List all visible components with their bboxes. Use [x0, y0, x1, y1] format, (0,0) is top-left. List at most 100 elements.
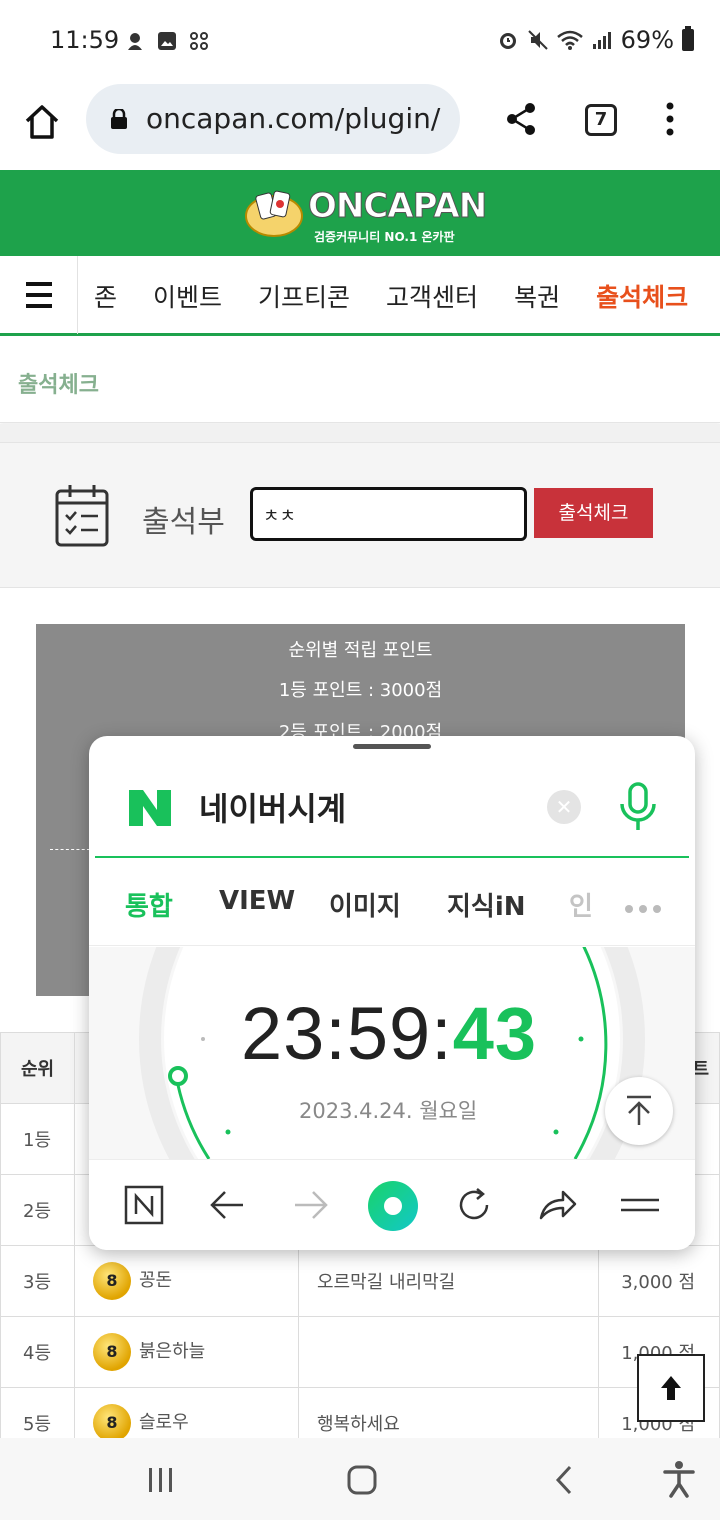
- tab-more-partial[interactable]: 인: [569, 886, 599, 923]
- arrow-up-icon: [661, 1376, 681, 1400]
- alarm-icon: [499, 33, 516, 49]
- row-rank: 1등: [0, 1103, 75, 1175]
- voice-search-icon[interactable]: [617, 782, 659, 832]
- row-message: [298, 1316, 599, 1388]
- row-points: 3,000 점: [598, 1245, 720, 1317]
- naver-floating-window: 네이버시계 ✕ 통합 VIEW 이미지 지식iN 인 23:59:43 2023…: [89, 736, 695, 1250]
- clear-search-icon[interactable]: ✕: [547, 790, 581, 824]
- site-banner: ONCAPAN 검증커뮤니티 NO.1 온카판: [0, 170, 720, 256]
- forward-arrow-icon[interactable]: [289, 1184, 331, 1226]
- back-nav-icon[interactable]: [552, 1464, 576, 1496]
- naver-logo-icon: [129, 790, 171, 826]
- notification-app-icon: [128, 33, 142, 50]
- row-name[interactable]: 꽁돈: [139, 1270, 172, 1291]
- nav-item-customer-center[interactable]: 고객센터: [386, 278, 478, 314]
- tab-view[interactable]: VIEW: [219, 886, 295, 916]
- gallery-icon: [158, 32, 176, 50]
- logo-tagline: 검증커뮤니티 NO.1 온카판: [314, 230, 455, 244]
- arrow-up-to-top-icon: [627, 1095, 651, 1125]
- menu-hamburger-icon[interactable]: [0, 256, 78, 334]
- level-badge-icon: 8: [89, 1404, 135, 1446]
- row-name-cell: 8 붉은하늘: [74, 1316, 299, 1388]
- naver-clock: 23:59:43 2023.4.24. 월요일: [89, 947, 695, 1159]
- accessibility-icon[interactable]: [662, 1460, 696, 1498]
- attendance-form: 출석부 ㅊㅊ 출석체크: [0, 442, 720, 588]
- signal-icon: [592, 32, 611, 49]
- scroll-to-top-button[interactable]: [637, 1354, 705, 1422]
- attendance-check-button[interactable]: 출석체크: [534, 488, 653, 538]
- row-name-cell: 8 꽁돈: [74, 1245, 299, 1317]
- scroll-top-button[interactable]: [605, 1077, 673, 1145]
- recent-apps-icon[interactable]: [146, 1466, 176, 1494]
- nav-item-event[interactable]: 이벤트: [153, 278, 222, 314]
- nav-item-zone[interactable]: 존: [94, 278, 117, 314]
- row-rank: 4등: [0, 1316, 75, 1388]
- clock-time: 23:59:43: [241, 991, 537, 1076]
- clock-seconds: 43: [452, 992, 538, 1075]
- points-first: 1등 포인트 : 3000점: [278, 680, 443, 701]
- share-arrow-icon[interactable]: [537, 1184, 579, 1226]
- row-name[interactable]: 슬로우: [139, 1412, 189, 1433]
- breadcrumb: 출석체크: [0, 339, 720, 423]
- mute-icon: [527, 30, 548, 50]
- tab-knowledge-in[interactable]: 지식iN: [447, 886, 526, 923]
- panel-divider: [50, 849, 90, 850]
- row-rank: 3등: [0, 1245, 75, 1317]
- window-drag-handle[interactable]: [353, 744, 431, 749]
- system-navigation-bar: [0, 1438, 720, 1520]
- nav-item-gifticon[interactable]: 기프티콘: [258, 278, 350, 314]
- row-message: 오르막길 내리막길: [298, 1245, 599, 1317]
- green-dot-icon[interactable]: [367, 1180, 419, 1232]
- home-button[interactable]: [22, 102, 62, 142]
- site-logo[interactable]: ONCAPAN 검증커뮤니티 NO.1 온카판: [244, 182, 488, 246]
- naver-bottom-toolbar: [89, 1159, 695, 1250]
- points-title: 순위별 적립 포인트: [288, 640, 433, 661]
- clock-date: 2023.4.24. 월요일: [299, 1099, 478, 1123]
- level-badge-icon: 8: [89, 1333, 135, 1375]
- status-time: 11:59: [50, 26, 120, 54]
- menu-lines-icon[interactable]: [619, 1184, 661, 1226]
- clock-hours-minutes: 23:59:: [241, 992, 453, 1075]
- row-rank: 2등: [0, 1174, 75, 1246]
- more-menu-button[interactable]: [660, 102, 680, 136]
- level-badge-icon: 8: [89, 1262, 135, 1304]
- tab-switcher-button[interactable]: 7: [585, 104, 617, 136]
- battery-icon: [682, 26, 694, 51]
- section-divider: [0, 424, 720, 442]
- refresh-icon[interactable]: [453, 1184, 495, 1226]
- row-name[interactable]: 붉은하늘: [139, 1341, 205, 1362]
- nav-item-attendance[interactable]: 출석체크: [596, 278, 688, 314]
- status-bar: 11:59 69%: [0, 0, 720, 84]
- system-status-icons: 69%: [497, 26, 694, 54]
- table-row: 4등 8붉은하늘 1,000 점: [0, 1316, 720, 1388]
- apps-icon: [190, 32, 208, 50]
- logo-name: ONCAPAN: [307, 186, 487, 227]
- attendance-comment-input[interactable]: ㅊㅊ: [250, 487, 527, 541]
- lock-icon: [111, 109, 127, 129]
- naver-home-icon[interactable]: [123, 1184, 165, 1226]
- tab-integrated[interactable]: 통합: [125, 886, 173, 923]
- battery-percent: 69%: [620, 26, 674, 54]
- address-bar[interactable]: oncapan.com/plugin/: [86, 84, 460, 154]
- naver-search-query[interactable]: 네이버시계: [199, 784, 346, 830]
- back-arrow-icon[interactable]: [207, 1184, 249, 1226]
- naver-search-bar: 네이버시계 ✕: [95, 756, 689, 858]
- table-row: 3등 8 꽁돈 오르막길 내리막길 3,000 점: [0, 1245, 720, 1317]
- attendance-label: 출석부: [142, 505, 225, 540]
- logo-emblem-icon: [245, 190, 303, 237]
- site-nav: 존 이벤트 기프티콘 고객센터 복권 출석체크: [0, 256, 720, 336]
- header-rank: 순위: [0, 1032, 75, 1104]
- tab-images[interactable]: 이미지: [329, 886, 401, 923]
- checklist-icon: [55, 485, 109, 547]
- breadcrumb-title: 출석체크: [18, 373, 99, 398]
- wifi-icon: [556, 30, 583, 50]
- url-text[interactable]: oncapan.com/plugin/: [146, 102, 446, 135]
- notification-icons: [124, 30, 210, 52]
- more-tabs-icon[interactable]: [625, 898, 667, 917]
- home-nav-icon[interactable]: [346, 1464, 378, 1496]
- nav-item-lottery[interactable]: 복권: [514, 278, 560, 314]
- share-button[interactable]: [505, 102, 537, 136]
- nav-menu: 존 이벤트 기프티콘 고객센터 복권 출석체크: [94, 278, 688, 314]
- naver-tabs: 통합 VIEW 이미지 지식iN 인: [89, 860, 695, 946]
- browser-toolbar: oncapan.com/plugin/ 7: [0, 84, 720, 170]
